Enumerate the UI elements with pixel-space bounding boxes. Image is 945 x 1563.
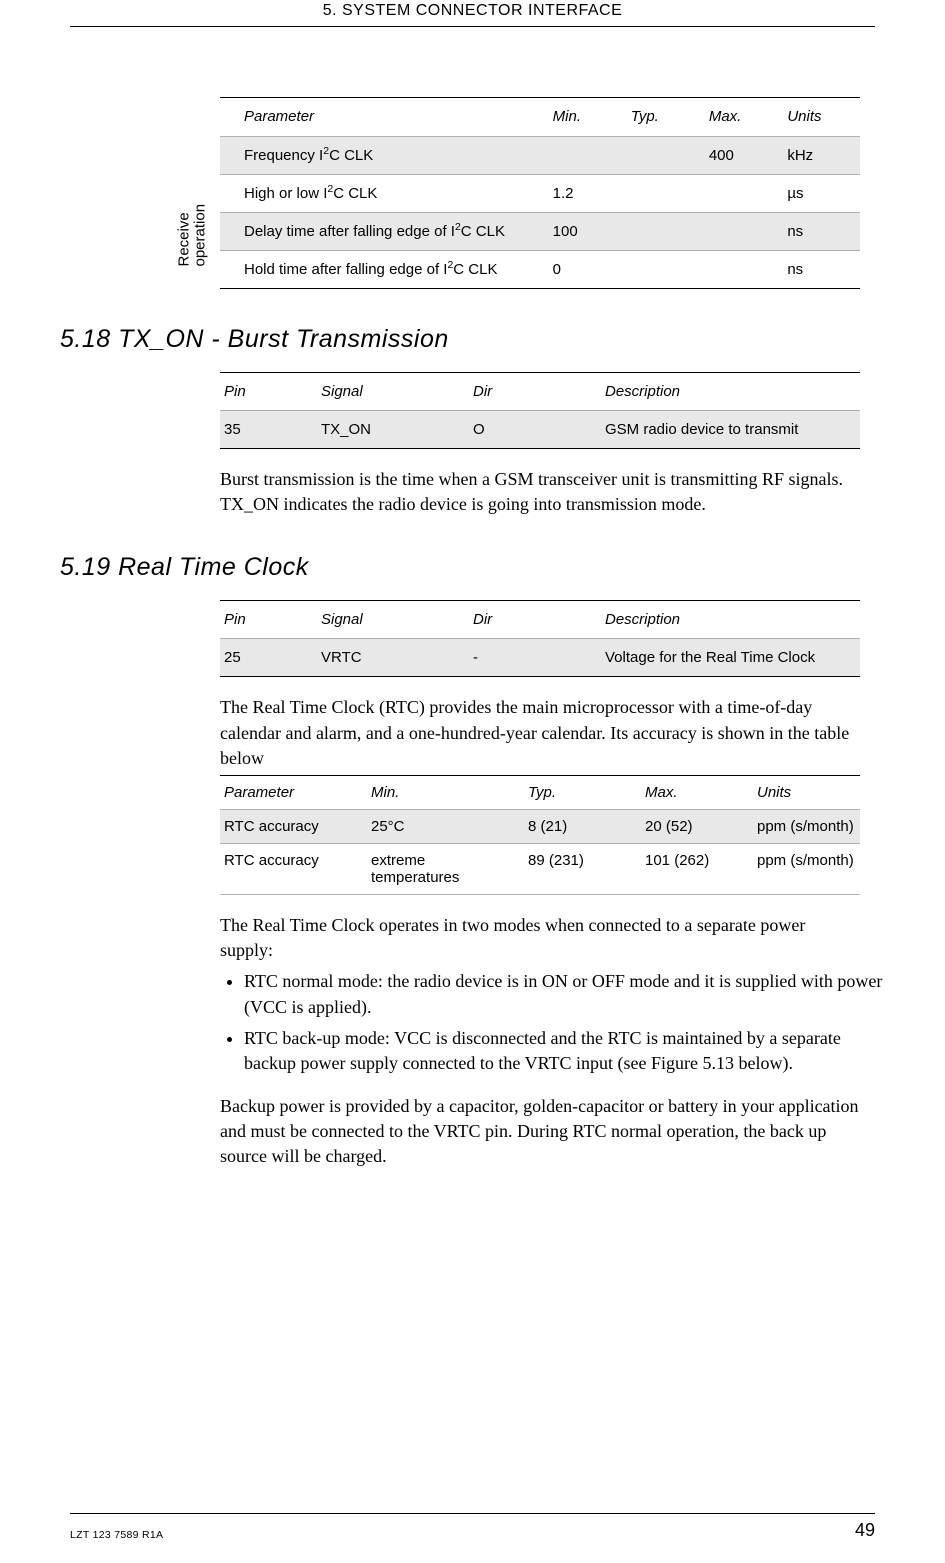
th-dir: Dir xyxy=(467,373,599,411)
doc-code: LZT 123 7589 R1A xyxy=(70,1529,163,1541)
cell-min: 0 xyxy=(547,251,625,289)
page: 5. SYSTEM CONNECTOR INTERFACE Receive op… xyxy=(0,0,945,1563)
section-519-paragraph-1: The Real Time Clock (RTC) provides the m… xyxy=(220,695,860,771)
cell-units: µs xyxy=(781,175,860,213)
vertical-label-line1: Receive xyxy=(176,212,193,266)
cell-min: 25°C xyxy=(365,809,522,843)
txon-pin-table: Pin Signal Dir Description 35 TX_ON O GS… xyxy=(220,372,860,449)
cell-max xyxy=(703,213,781,251)
section-518-title: 5.18 TX_ON - Burst Transmission xyxy=(60,325,875,354)
cell-desc: GSM radio device to transmit xyxy=(599,411,860,449)
page-footer: LZT 123 7589 R1A 49 xyxy=(70,1513,875,1541)
table-row: RTC accuracy extreme temperatures 89 (23… xyxy=(220,843,860,894)
table-row: RTC accuracy 25°C 8 (21) 20 (52) ppm (s/… xyxy=(220,809,860,843)
th-pin: Pin xyxy=(220,601,315,639)
cell-pin: 35 xyxy=(220,411,315,449)
cell-max xyxy=(703,175,781,213)
receive-op-table: Parameter Min. Typ. Max. Units Frequency… xyxy=(220,97,860,289)
cell-param: RTC accuracy xyxy=(220,843,365,894)
table-row: 25 VRTC - Voltage for the Real Time Cloc… xyxy=(220,639,860,677)
cell-typ: 8 (21) xyxy=(522,809,639,843)
cell-typ: 89 (231) xyxy=(522,843,639,894)
cell-typ xyxy=(625,137,703,175)
receive-op-table-wrap: Receive operation Parameter Min. Typ. Ma… xyxy=(220,97,875,289)
cell-param: Delay time after falling edge of I2C CLK xyxy=(220,213,547,251)
section-518-paragraph: Burst transmission is the time when a GS… xyxy=(220,467,860,517)
th-desc: Description xyxy=(599,601,860,639)
vertical-label: Receive operation xyxy=(177,203,209,266)
th-signal: Signal xyxy=(315,373,467,411)
cell-param: Hold time after falling edge of I2C CLK xyxy=(220,251,547,289)
cell-pin: 25 xyxy=(220,639,315,677)
cell-max: 101 (262) xyxy=(639,843,751,894)
cell-max: 20 (52) xyxy=(639,809,751,843)
cell-typ xyxy=(625,213,703,251)
th-units: Units xyxy=(781,98,860,137)
cell-param: Frequency I2C CLK xyxy=(220,137,547,175)
table-row: High or low I2C CLK 1.2 µs xyxy=(220,175,860,213)
th-dir: Dir xyxy=(467,601,599,639)
th-desc: Description xyxy=(599,373,860,411)
th-pin: Pin xyxy=(220,373,315,411)
cell-min xyxy=(547,137,625,175)
table-row: Hold time after falling edge of I2C CLK … xyxy=(220,251,860,289)
th-max: Max. xyxy=(639,775,751,809)
cell-dir: - xyxy=(467,639,599,677)
list-item: RTC back-up mode: VCC is disconnected an… xyxy=(244,1026,884,1076)
th-typ: Typ. xyxy=(522,775,639,809)
cell-units: ppm (s/month) xyxy=(751,809,860,843)
cell-param: High or low I2C CLK xyxy=(220,175,547,213)
cell-typ xyxy=(625,175,703,213)
table-row: 35 TX_ON O GSM radio device to transmit xyxy=(220,411,860,449)
cell-min: extreme temperatures xyxy=(365,843,522,894)
table-header-row: Parameter Min. Typ. Max. Units xyxy=(220,775,860,809)
table-row: Delay time after falling edge of I2C CLK… xyxy=(220,213,860,251)
list-item: RTC normal mode: the radio device is in … xyxy=(244,969,884,1019)
rtc-accuracy-table: Parameter Min. Typ. Max. Units RTC accur… xyxy=(220,775,860,895)
th-typ: Typ. xyxy=(625,98,703,137)
rtc-modes-list: RTC normal mode: the radio device is in … xyxy=(220,969,884,1076)
th-signal: Signal xyxy=(315,601,467,639)
running-header: 5. SYSTEM CONNECTOR INTERFACE xyxy=(70,0,875,27)
cell-param: RTC accuracy xyxy=(220,809,365,843)
section-519-paragraph-2: The Real Time Clock operates in two mode… xyxy=(220,913,860,963)
table-header-row: Pin Signal Dir Description xyxy=(220,601,860,639)
cell-min: 1.2 xyxy=(547,175,625,213)
cell-signal: TX_ON xyxy=(315,411,467,449)
section-519-paragraph-3: Backup power is provided by a capacitor,… xyxy=(220,1094,860,1170)
cell-typ xyxy=(625,251,703,289)
table-header-row: Pin Signal Dir Description xyxy=(220,373,860,411)
th-param: Parameter xyxy=(220,775,365,809)
cell-signal: VRTC xyxy=(315,639,467,677)
th-min: Min. xyxy=(547,98,625,137)
th-units: Units xyxy=(751,775,860,809)
th-max: Max. xyxy=(703,98,781,137)
cell-max xyxy=(703,251,781,289)
cell-units: ppm (s/month) xyxy=(751,843,860,894)
page-number: 49 xyxy=(855,1520,875,1541)
cell-units: ns xyxy=(781,251,860,289)
cell-units: ns xyxy=(781,213,860,251)
vrtc-pin-table: Pin Signal Dir Description 25 VRTC - Vol… xyxy=(220,600,860,677)
content-area: Receive operation Parameter Min. Typ. Ma… xyxy=(0,27,945,1170)
cell-dir: O xyxy=(467,411,599,449)
cell-desc: Voltage for the Real Time Clock xyxy=(599,639,860,677)
vertical-label-line2: operation xyxy=(191,203,208,266)
th-min: Min. xyxy=(365,775,522,809)
cell-max: 400 xyxy=(703,137,781,175)
th-parameter: Parameter xyxy=(220,98,547,137)
table-row: Frequency I2C CLK 400 kHz xyxy=(220,137,860,175)
cell-min: 100 xyxy=(547,213,625,251)
section-519-title: 5.19 Real Time Clock xyxy=(60,553,875,582)
cell-units: kHz xyxy=(781,137,860,175)
table-header-row: Parameter Min. Typ. Max. Units xyxy=(220,98,860,137)
